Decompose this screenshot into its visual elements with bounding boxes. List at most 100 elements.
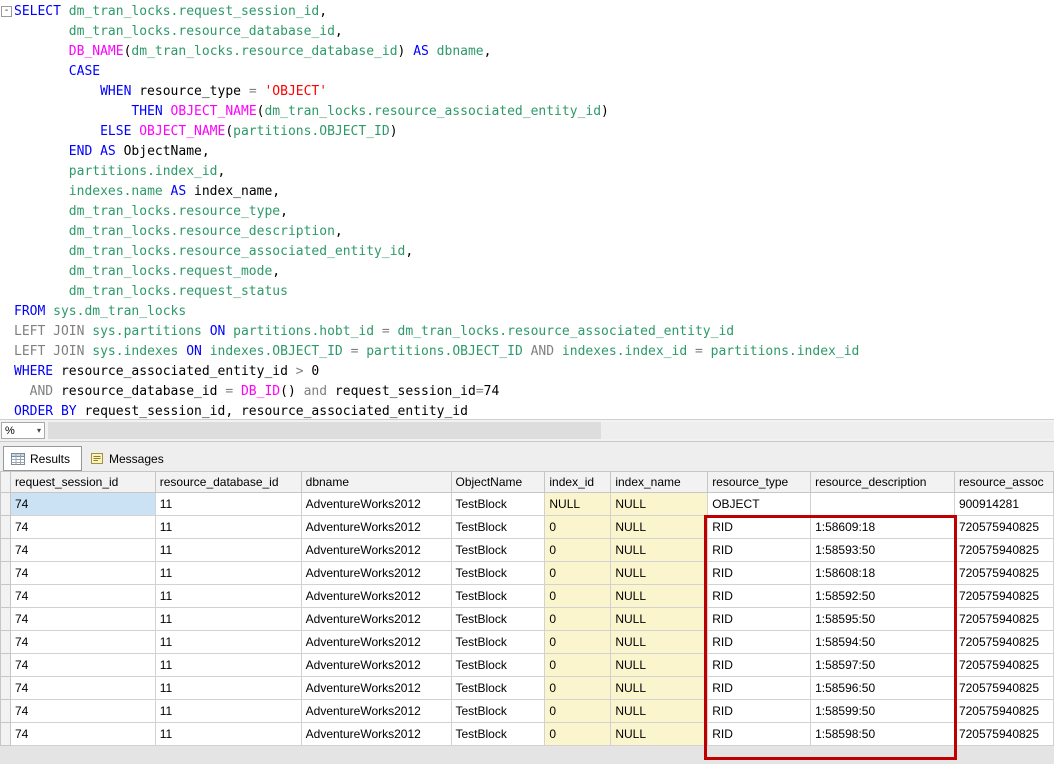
grid-cell[interactable]: 74 — [10, 539, 155, 562]
grid-cell[interactable]: NULL — [611, 516, 708, 539]
column-header-resource_assoc[interactable]: resource_assoc — [954, 472, 1053, 493]
grid-cell[interactable]: 74 — [10, 585, 155, 608]
grid-cell[interactable]: 0 — [545, 631, 611, 654]
grid-cell[interactable]: 720575940825 — [954, 723, 1053, 746]
row-selector[interactable] — [1, 677, 11, 700]
grid-cell[interactable]: 720575940825 — [954, 700, 1053, 723]
grid-cell[interactable]: 11 — [155, 631, 301, 654]
grid-cell[interactable]: AdventureWorks2012 — [301, 608, 451, 631]
grid-cell[interactable]: 720575940825 — [954, 608, 1053, 631]
grid-cell[interactable]: TestBlock — [451, 516, 545, 539]
row-selector[interactable] — [1, 608, 11, 631]
grid-cell[interactable]: 11 — [155, 608, 301, 631]
grid-cell[interactable]: TestBlock — [451, 585, 545, 608]
row-selector[interactable] — [1, 516, 11, 539]
grid-cell[interactable]: TestBlock — [451, 654, 545, 677]
grid-cell[interactable]: 11 — [155, 677, 301, 700]
grid-cell[interactable]: TestBlock — [451, 723, 545, 746]
grid-cell[interactable]: NULL — [611, 539, 708, 562]
grid-cell[interactable]: 0 — [545, 723, 611, 746]
grid-cell[interactable]: 720575940825 — [954, 631, 1053, 654]
grid-cell[interactable]: 0 — [545, 677, 611, 700]
grid-cell[interactable]: RID — [708, 539, 811, 562]
grid-cell[interactable]: AdventureWorks2012 — [301, 493, 451, 516]
grid-cell[interactable]: NULL — [611, 677, 708, 700]
grid-cell[interactable]: RID — [708, 585, 811, 608]
grid-cell[interactable]: 1:58609:18 — [811, 516, 955, 539]
grid-cell[interactable]: 0 — [545, 562, 611, 585]
row-selector[interactable] — [1, 539, 11, 562]
grid-cell[interactable]: 900914281 — [954, 493, 1053, 516]
row-selector[interactable] — [1, 631, 11, 654]
sql-editor[interactable]: - SELECT dm_tran_locks.request_session_i… — [0, 0, 1054, 419]
grid-cell[interactable]: AdventureWorks2012 — [301, 723, 451, 746]
grid-cell[interactable]: AdventureWorks2012 — [301, 562, 451, 585]
grid-cell[interactable]: NULL — [611, 723, 708, 746]
grid-cell[interactable]: 720575940825 — [954, 654, 1053, 677]
grid-cell[interactable]: 1:58597:50 — [811, 654, 955, 677]
grid-cell[interactable]: 11 — [155, 654, 301, 677]
grid-cell[interactable]: 11 — [155, 539, 301, 562]
grid-cell[interactable]: 1:58592:50 — [811, 585, 955, 608]
code-collapse-icon[interactable]: - — [1, 6, 12, 17]
grid-cell[interactable]: AdventureWorks2012 — [301, 539, 451, 562]
row-selector[interactable] — [1, 654, 11, 677]
grid-cell[interactable]: TestBlock — [451, 539, 545, 562]
grid-cell[interactable]: AdventureWorks2012 — [301, 516, 451, 539]
grid-cell[interactable]: RID — [708, 723, 811, 746]
grid-cell[interactable]: 74 — [10, 677, 155, 700]
grid-cell[interactable]: 0 — [545, 654, 611, 677]
grid-cell[interactable]: 720575940825 — [954, 677, 1053, 700]
row-selector[interactable] — [1, 493, 11, 516]
select-all-corner[interactable] — [1, 472, 11, 493]
row-selector[interactable] — [1, 562, 11, 585]
grid-cell[interactable]: 74 — [10, 700, 155, 723]
grid-cell[interactable]: 1:58608:18 — [811, 562, 955, 585]
grid-cell[interactable]: 11 — [155, 585, 301, 608]
grid-cell[interactable]: TestBlock — [451, 700, 545, 723]
grid-cell[interactable]: 74 — [10, 723, 155, 746]
grid-cell[interactable]: RID — [708, 700, 811, 723]
row-selector[interactable] — [1, 700, 11, 723]
grid-cell[interactable]: NULL — [545, 493, 611, 516]
grid-cell[interactable]: RID — [708, 677, 811, 700]
grid-cell[interactable]: RID — [708, 608, 811, 631]
results-grid[interactable]: request_session_idresource_database_iddb… — [0, 471, 1054, 746]
grid-cell[interactable]: AdventureWorks2012 — [301, 654, 451, 677]
tab-results[interactable]: Results — [3, 446, 82, 471]
grid-cell[interactable]: RID — [708, 562, 811, 585]
grid-cell[interactable]: 11 — [155, 516, 301, 539]
grid-cell[interactable]: 74 — [10, 516, 155, 539]
grid-cell[interactable]: AdventureWorks2012 — [301, 631, 451, 654]
grid-cell[interactable]: NULL — [611, 493, 708, 516]
row-selector[interactable] — [1, 723, 11, 746]
grid-cell[interactable]: 0 — [545, 585, 611, 608]
grid-cell[interactable]: NULL — [611, 562, 708, 585]
grid-cell[interactable]: 720575940825 — [954, 516, 1053, 539]
grid-cell[interactable]: 720575940825 — [954, 539, 1053, 562]
grid-cell[interactable]: RID — [708, 516, 811, 539]
grid-cell[interactable]: TestBlock — [451, 562, 545, 585]
grid-cell[interactable]: 0 — [545, 700, 611, 723]
grid-cell[interactable]: 1:58599:50 — [811, 700, 955, 723]
grid-cell[interactable]: TestBlock — [451, 677, 545, 700]
grid-cell[interactable]: RID — [708, 631, 811, 654]
grid-cell[interactable]: 1:58596:50 — [811, 677, 955, 700]
grid-cell[interactable]: 720575940825 — [954, 585, 1053, 608]
grid-cell[interactable]: 11 — [155, 562, 301, 585]
grid-cell[interactable]: RID — [708, 654, 811, 677]
zoom-selector[interactable]: % ▾ — [1, 422, 45, 439]
horizontal-scrollbar[interactable] — [48, 422, 1053, 439]
grid-cell[interactable]: NULL — [611, 608, 708, 631]
grid-cell[interactable]: 720575940825 — [954, 562, 1053, 585]
grid-cell[interactable] — [811, 493, 955, 516]
grid-cell[interactable]: TestBlock — [451, 608, 545, 631]
grid-cell[interactable]: 1:58594:50 — [811, 631, 955, 654]
tab-messages[interactable]: Messages — [82, 446, 176, 471]
column-header-resource_database_id[interactable]: resource_database_id — [155, 472, 301, 493]
grid-cell[interactable]: 0 — [545, 608, 611, 631]
column-header-resource_description[interactable]: resource_description — [811, 472, 955, 493]
grid-cell[interactable]: 74 — [10, 608, 155, 631]
column-header-dbname[interactable]: dbname — [301, 472, 451, 493]
grid-cell[interactable]: 74 — [10, 654, 155, 677]
